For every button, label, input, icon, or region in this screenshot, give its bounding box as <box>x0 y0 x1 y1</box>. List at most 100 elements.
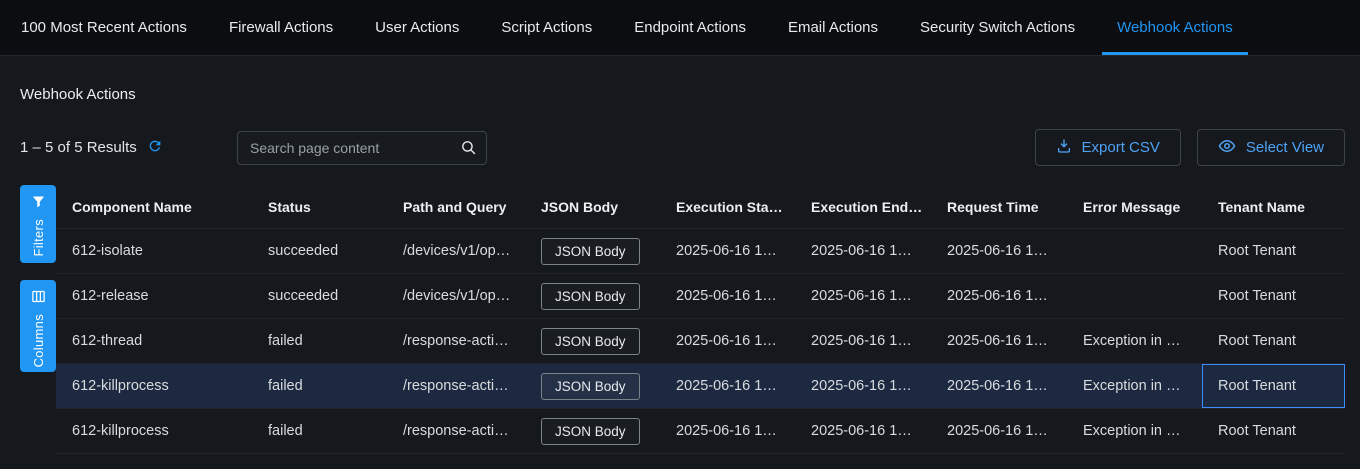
cell-execution-end: 2025-06-16 1… <box>795 409 931 453</box>
refresh-button[interactable] <box>147 138 163 157</box>
column-header-execution-end[interactable]: Execution End… <box>795 185 931 228</box>
table-row[interactable]: 612-thread failed /response-acti… JSON B… <box>56 319 1345 364</box>
cell-error-message <box>1067 229 1202 273</box>
cell-execution-end: 2025-06-16 1… <box>795 229 931 273</box>
cell-status: failed <box>252 319 387 363</box>
cell-component-name: 612-release <box>56 274 252 318</box>
cell-path-and-query: /devices/v1/op… <box>387 229 525 273</box>
json-body-button[interactable]: JSON Body <box>541 373 640 400</box>
tab-100-most-recent-actions[interactable]: 100 Most Recent Actions <box>0 0 208 55</box>
top-tab-bar: 100 Most Recent Actions Firewall Actions… <box>0 0 1360 56</box>
json-body-button[interactable]: JSON Body <box>541 283 640 310</box>
column-header-status[interactable]: Status <box>252 185 387 228</box>
cell-json-body: JSON Body <box>525 229 660 273</box>
cell-status: succeeded <box>252 274 387 318</box>
column-header-path-and-query[interactable]: Path and Query <box>387 185 525 228</box>
actions-table: Component Name Status Path and Query JSO… <box>56 185 1345 454</box>
column-header-execution-start[interactable]: Execution Sta… <box>660 185 795 228</box>
filters-rail-label: Filters <box>31 219 46 257</box>
columns-rail-button[interactable]: Columns <box>20 280 56 372</box>
json-body-button[interactable]: JSON Body <box>541 418 640 445</box>
results-summary: 1 – 5 of 5 Results <box>20 138 237 157</box>
page-title: Webhook Actions <box>20 86 1360 103</box>
cell-request-time: 2025-06-16 1… <box>931 409 1067 453</box>
cell-request-time: 2025-06-16 1… <box>931 229 1067 273</box>
cell-json-body: JSON Body <box>525 274 660 318</box>
cell-execution-end: 2025-06-16 1… <box>795 274 931 318</box>
content-area: Filters Columns Component Name Status Pa… <box>20 185 1345 454</box>
cell-error-message: Exception in … <box>1067 364 1202 408</box>
tab-firewall-actions[interactable]: Firewall Actions <box>208 0 354 55</box>
export-csv-label: Export CSV <box>1082 139 1160 156</box>
cell-tenant-name: Root Tenant <box>1202 364 1345 408</box>
select-view-button[interactable]: Select View <box>1197 129 1345 166</box>
export-csv-button[interactable]: Export CSV <box>1035 129 1181 166</box>
refresh-icon <box>147 138 163 157</box>
tab-webhook-actions[interactable]: Webhook Actions <box>1096 0 1254 55</box>
table-row[interactable]: 612-release succeeded /devices/v1/op… JS… <box>56 274 1345 319</box>
table-row[interactable]: 612-isolate succeeded /devices/v1/op… JS… <box>56 229 1345 274</box>
table-row[interactable]: 612-killprocess failed /response-acti… J… <box>56 364 1345 409</box>
cell-error-message: Exception in … <box>1067 409 1202 453</box>
cell-tenant-name: Root Tenant <box>1202 274 1345 318</box>
cell-execution-end: 2025-06-16 1… <box>795 319 931 363</box>
tab-user-actions[interactable]: User Actions <box>354 0 480 55</box>
cell-json-body: JSON Body <box>525 409 660 453</box>
cell-status: succeeded <box>252 229 387 273</box>
download-icon <box>1056 138 1072 158</box>
cell-execution-start: 2025-06-16 1… <box>660 229 795 273</box>
tab-security-switch-actions[interactable]: Security Switch Actions <box>899 0 1096 55</box>
cell-path-and-query: /response-acti… <box>387 364 525 408</box>
eye-icon <box>1218 137 1236 159</box>
toolbar: 1 – 5 of 5 Results Export CSV Select Vie… <box>20 129 1345 166</box>
cell-error-message: Exception in … <box>1067 319 1202 363</box>
cell-request-time: 2025-06-16 1… <box>931 319 1067 363</box>
column-header-request-time[interactable]: Request Time <box>931 185 1067 228</box>
cell-json-body: JSON Body <box>525 319 660 363</box>
cell-execution-start: 2025-06-16 1… <box>660 319 795 363</box>
cell-tenant-name: Root Tenant <box>1202 409 1345 453</box>
json-body-button[interactable]: JSON Body <box>541 328 640 355</box>
cell-component-name: 612-killprocess <box>56 409 252 453</box>
cell-path-and-query: /devices/v1/op… <box>387 274 525 318</box>
cell-tenant-name: Root Tenant <box>1202 319 1345 363</box>
column-header-json-body[interactable]: JSON Body <box>525 185 660 228</box>
cell-path-and-query: /response-acti… <box>387 409 525 453</box>
cell-request-time: 2025-06-16 1… <box>931 364 1067 408</box>
cell-request-time: 2025-06-16 1… <box>931 274 1067 318</box>
search-input[interactable] <box>237 131 487 165</box>
cell-error-message <box>1067 274 1202 318</box>
cell-execution-end: 2025-06-16 1… <box>795 364 931 408</box>
cell-component-name: 612-isolate <box>56 229 252 273</box>
cell-execution-start: 2025-06-16 1… <box>660 364 795 408</box>
results-count-text: 1 – 5 of 5 Results <box>20 139 137 156</box>
cell-json-body: JSON Body <box>525 364 660 408</box>
cell-status: failed <box>252 409 387 453</box>
search-box <box>237 131 487 165</box>
cell-tenant-name: Root Tenant <box>1202 229 1345 273</box>
cell-execution-start: 2025-06-16 1… <box>660 274 795 318</box>
cell-component-name: 612-killprocess <box>56 364 252 408</box>
columns-rail-label: Columns <box>31 314 46 367</box>
column-header-component-name[interactable]: Component Name <box>56 185 252 228</box>
cell-component-name: 612-thread <box>56 319 252 363</box>
column-header-error-message[interactable]: Error Message <box>1067 185 1202 228</box>
filter-icon <box>31 194 46 212</box>
tab-endpoint-actions[interactable]: Endpoint Actions <box>613 0 767 55</box>
cell-execution-start: 2025-06-16 1… <box>660 409 795 453</box>
select-view-label: Select View <box>1246 139 1324 156</box>
table-header-row: Component Name Status Path and Query JSO… <box>56 185 1345 229</box>
side-rail: Filters Columns <box>20 185 56 372</box>
filters-rail-button[interactable]: Filters <box>20 185 56 263</box>
table-body: 612-isolate succeeded /devices/v1/op… JS… <box>56 229 1345 454</box>
columns-icon <box>31 289 46 307</box>
tab-email-actions[interactable]: Email Actions <box>767 0 899 55</box>
cell-status: failed <box>252 364 387 408</box>
toolbar-actions: Export CSV Select View <box>1035 129 1345 166</box>
search-icon <box>460 139 477 159</box>
tab-script-actions[interactable]: Script Actions <box>480 0 613 55</box>
table-row[interactable]: 612-killprocess failed /response-acti… J… <box>56 409 1345 454</box>
cell-path-and-query: /response-acti… <box>387 319 525 363</box>
column-header-tenant-name[interactable]: Tenant Name <box>1202 185 1345 228</box>
json-body-button[interactable]: JSON Body <box>541 238 640 265</box>
